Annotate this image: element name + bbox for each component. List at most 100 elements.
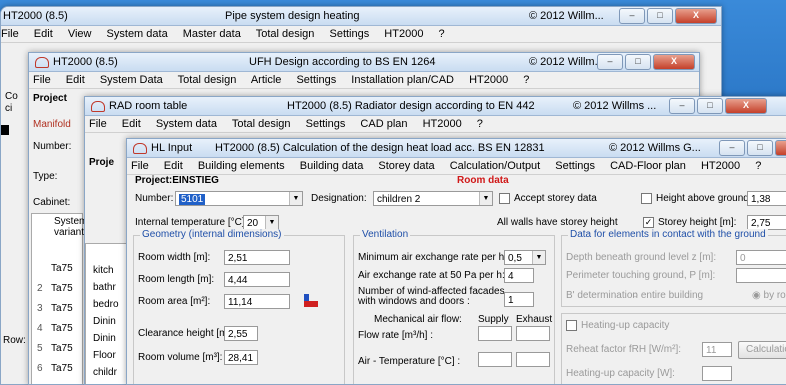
height-above-ground-field[interactable]: 1,38 <box>747 191 786 206</box>
menu-building-data[interactable]: Building data <box>300 160 364 172</box>
menu-system-data[interactable]: System Data <box>100 74 163 86</box>
flow-exhaust-field[interactable] <box>516 326 550 341</box>
maximize-button[interactable]: □ <box>647 8 673 24</box>
menu-total-design[interactable]: Total design <box>256 28 315 40</box>
room-area-field[interactable]: 11,14 <box>224 294 290 309</box>
close-button[interactable]: X <box>653 54 695 70</box>
menu-edit[interactable]: Edit <box>122 118 141 130</box>
menu-ht2000[interactable]: HT2000 <box>469 74 508 86</box>
room-list-item[interactable]: kitch <box>93 265 114 276</box>
rad-titlebar[interactable]: RAD room table HT2000 (8.5) Radiator des… <box>85 97 786 116</box>
menu-ht2000[interactable]: HT2000 <box>423 118 462 130</box>
room-length-field[interactable]: 4,44 <box>224 272 290 287</box>
by-room-radio[interactable]: ◉ by room <box>752 290 786 301</box>
menu-installation-plan[interactable]: Installation plan/CAD <box>351 74 454 86</box>
close-button[interactable]: X <box>675 8 717 24</box>
menu-calculation-output[interactable]: Calculation/Output <box>450 160 541 172</box>
room-list-item[interactable]: childr <box>93 367 117 378</box>
menu-help[interactable]: ? <box>523 74 529 86</box>
minimize-button[interactable]: – <box>669 98 695 114</box>
room-list-item[interactable]: Dinin <box>93 333 116 344</box>
clearance-height-field[interactable]: 2,55 <box>224 326 258 341</box>
menu-help[interactable]: ? <box>755 160 761 172</box>
menu-ht2000[interactable]: HT2000 <box>701 160 740 172</box>
menu-edit[interactable]: Edit <box>34 28 53 40</box>
menu-view[interactable]: View <box>68 28 92 40</box>
menu-system-data[interactable]: System data <box>107 28 168 40</box>
menu-help[interactable]: ? <box>439 28 445 40</box>
room-list-item[interactable]: Dinin <box>93 316 116 327</box>
minimize-button[interactable]: – <box>719 140 745 156</box>
menu-file[interactable]: File <box>131 160 149 172</box>
minimize-button[interactable]: – <box>597 54 623 70</box>
menu-master-data[interactable]: Master data <box>183 28 241 40</box>
facades-field[interactable]: 1 <box>504 292 534 307</box>
accept-storey-data[interactable]: Accept storey data <box>499 193 597 204</box>
flow-supply-field[interactable] <box>478 326 512 341</box>
chevron-down-icon[interactable]: ▼ <box>265 216 278 229</box>
menu-edit[interactable]: Edit <box>66 74 85 86</box>
entire-building-radio[interactable]: ○ entire building <box>632 290 703 301</box>
menu-cad-floor-plan[interactable]: CAD-Floor plan <box>610 160 686 172</box>
designation-field[interactable]: children 2 ▼ <box>373 191 493 206</box>
storey-height[interactable]: ✓ Storey height [m]: <box>643 217 736 228</box>
room-list-item[interactable]: bedro <box>93 299 119 310</box>
close-button[interactable]: X <box>775 140 786 156</box>
menu-ht2000[interactable]: HT2000 <box>384 28 423 40</box>
menu-edit[interactable]: Edit <box>164 160 183 172</box>
table-row[interactable]: Ta75 <box>51 363 73 374</box>
storey-height-checkbox[interactable]: ✓ <box>643 217 654 228</box>
chevron-down-icon[interactable]: ▼ <box>532 251 545 264</box>
air50-field[interactable]: 4 <box>504 268 534 283</box>
height-above-ground-checkbox[interactable] <box>641 193 652 204</box>
accept-storey-checkbox[interactable] <box>499 193 510 204</box>
room-list-item[interactable]: Floor <box>93 350 116 361</box>
menu-building-elements[interactable]: Building elements <box>198 160 285 172</box>
menu-total-design[interactable]: Total design <box>178 74 237 86</box>
min-air-field[interactable]: 0,5 ▼ <box>504 250 546 265</box>
storey-height-field[interactable]: 2,75 <box>747 215 786 230</box>
menu-settings[interactable]: Settings <box>555 160 595 172</box>
menu-help[interactable]: ? <box>477 118 483 130</box>
reheat-field[interactable]: 11 <box>702 342 732 357</box>
heatup-check[interactable] <box>566 320 577 331</box>
maximize-button[interactable]: □ <box>747 140 773 156</box>
close-button[interactable]: X <box>725 98 767 114</box>
room-list-item[interactable]: bathr <box>93 282 116 293</box>
table-row[interactable]: Ta75 <box>51 263 73 274</box>
table-row[interactable]: Ta75 <box>51 343 73 354</box>
menu-storey-data[interactable]: Storey data <box>378 160 434 172</box>
room-width-field[interactable]: 2,51 <box>224 250 290 265</box>
menu-file[interactable]: File <box>1 28 19 40</box>
depth-field[interactable]: 0 <box>736 250 786 265</box>
room-volume-field[interactable]: 28,41 <box>224 350 258 365</box>
heatup-capacity-field[interactable] <box>702 366 732 381</box>
table-row[interactable]: Ta75 <box>51 283 73 294</box>
maximize-button[interactable]: □ <box>697 98 723 114</box>
heatup-checkbox[interactable]: Heating-up capacity <box>566 320 669 331</box>
menu-cad-plan[interactable]: CAD plan <box>360 118 407 130</box>
maximize-button[interactable]: □ <box>625 54 651 70</box>
floor-plan-icon[interactable] <box>302 292 320 310</box>
chevron-down-icon[interactable]: ▼ <box>289 192 302 205</box>
table-row[interactable]: Ta75 <box>51 323 73 334</box>
menu-article[interactable]: Article <box>251 74 282 86</box>
number-field[interactable]: 5101 ▼ <box>175 191 303 206</box>
heat-load-window[interactable]: HL Input HT2000 (8.5) Calculation of the… <box>126 138 786 385</box>
air-temp-supply-field[interactable] <box>478 352 512 367</box>
menu-settings[interactable]: Settings <box>296 74 336 86</box>
perimeter-field[interactable] <box>736 268 786 283</box>
minimize-button[interactable]: – <box>619 8 645 24</box>
chevron-down-icon[interactable]: ▼ <box>479 192 492 205</box>
menu-system-data[interactable]: System data <box>156 118 217 130</box>
pipe-system-titlebar[interactable]: HT2000 (8.5) Pipe system design heating … <box>1 7 721 26</box>
table-row[interactable]: Ta75 <box>51 303 73 314</box>
ufh-titlebar[interactable]: HT2000 (8.5) UFH Design according to BS … <box>29 53 699 72</box>
menu-settings[interactable]: Settings <box>306 118 346 130</box>
air-temp-exhaust-field[interactable] <box>516 352 550 367</box>
internal-temp-field[interactable]: 20 ▼ <box>243 215 279 230</box>
menu-settings[interactable]: Settings <box>329 28 369 40</box>
calculation-button[interactable]: Calculatio <box>738 341 786 359</box>
menu-file[interactable]: File <box>89 118 107 130</box>
menu-file[interactable]: File <box>33 74 51 86</box>
